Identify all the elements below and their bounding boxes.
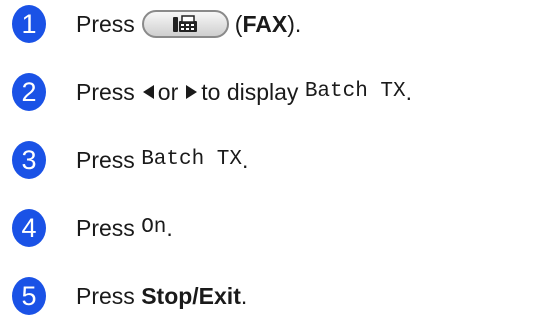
step-prefix: Press <box>76 283 135 309</box>
step-prefix: Press <box>76 215 135 241</box>
step-text: Press On. <box>76 208 173 248</box>
step-4: 4 Press On. <box>12 208 173 248</box>
fax-machine-icon <box>173 15 198 32</box>
step-text: Press Stop/Exit. <box>76 276 247 316</box>
step-3: 3 Press Batch TX. <box>12 140 248 180</box>
step-text: Press or to display Batch TX. <box>76 72 412 112</box>
step-number-badge: 3 <box>12 141 46 179</box>
step-prefix: Press <box>76 147 135 173</box>
paren-open: ( <box>234 11 243 37</box>
paren-close: ). <box>287 11 302 37</box>
step-suffix: . <box>242 147 249 173</box>
step-prefix: Press <box>76 79 135 105</box>
step-suffix: . <box>405 79 413 105</box>
step-number-badge: 2 <box>12 73 46 111</box>
step-prefix: Press <box>76 11 135 37</box>
on-label: On <box>141 216 167 239</box>
fax-label: FAX <box>242 11 288 37</box>
fax-button[interactable] <box>141 10 229 38</box>
step-text: Press Batch TX. <box>76 140 248 180</box>
step-number-badge: 1 <box>12 5 46 43</box>
step-mid: to display <box>201 79 299 105</box>
or-text: or <box>157 79 179 105</box>
step-5: 5 Press Stop/Exit. <box>12 276 247 316</box>
step-2: 2 Press or to display Batch TX. <box>12 72 412 112</box>
right-triangle-icon <box>186 85 198 99</box>
instruction-steps: 1 Press (FAX). 2 Press or to display Bat… <box>0 0 550 327</box>
step-number-badge: 4 <box>12 209 46 247</box>
step-1: 1 Press (FAX). <box>12 4 301 44</box>
left-triangle-icon <box>142 85 154 99</box>
step-text: Press (FAX). <box>76 4 301 44</box>
batch-tx-label: Batch TX <box>304 80 406 103</box>
stop-exit-label: Stop/Exit <box>141 283 241 309</box>
step-suffix: . <box>166 215 173 241</box>
batch-tx-label: Batch TX <box>141 148 243 171</box>
step-suffix: . <box>240 283 248 309</box>
step-number-badge: 5 <box>12 277 46 315</box>
